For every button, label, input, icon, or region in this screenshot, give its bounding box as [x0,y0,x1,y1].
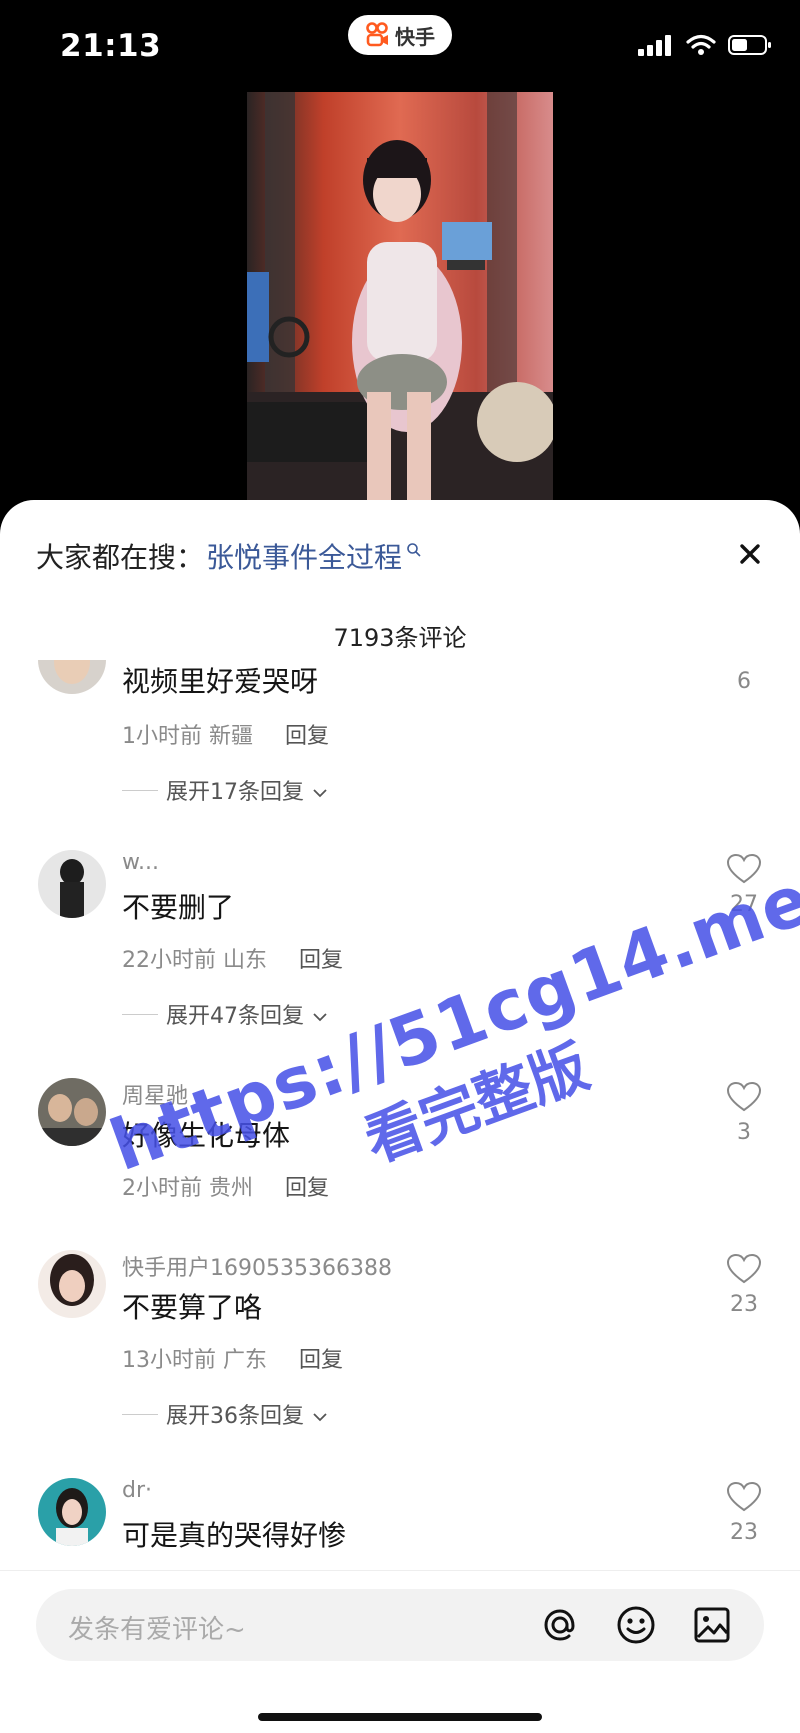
comment-username[interactable]: dr· [122,1478,152,1503]
video-frame-image [247,92,553,512]
comment-input-bar: 发条有爱评论~ [0,1570,800,1733]
comment-count: 7193条评论 [333,624,467,652]
home-indicator[interactable] [258,1713,542,1721]
status-icons [638,34,772,60]
comment-meta: 13小时前 广东 回复 [122,1342,343,1374]
heart-icon [726,1081,762,1112]
trending-search-term[interactable]: 张悦事件全过程 [206,536,402,576]
status-bar: 21:13 快手 [0,0,800,92]
avatar[interactable] [38,1478,106,1546]
expand-replies-button[interactable]: 展开47条回复 [122,998,328,1030]
status-time: 21:13 [60,28,162,64]
like-button[interactable]: 23 [724,1253,764,1317]
comment-time: 13小时前 [122,1348,216,1373]
battery-icon [728,34,772,60]
emoji-icon[interactable] [614,1603,658,1651]
comment-text: 可是真的哭得好惨 [122,1519,347,1552]
reply-button[interactable]: 回复 [285,718,329,750]
image-icon[interactable] [690,1603,734,1651]
comment-text: 不要删了 [122,891,235,924]
comment-username[interactable]: w... [122,850,159,875]
wifi-icon [686,34,716,60]
chevron-down-icon [312,1006,328,1022]
like-count: 6 [737,669,751,694]
comment-location: 山东 [223,948,268,973]
heart-icon [726,1253,762,1284]
search-icon [406,542,422,558]
like-button[interactable]: 3 [724,1081,764,1145]
like-button[interactable]: 23 [724,1481,764,1545]
video-player[interactable] [247,92,553,512]
comment-text: 视频里好爱哭呀 [122,665,319,698]
comment-time: 22小时前 [122,948,216,973]
expand-replies-label: 展开47条回复 [166,1004,304,1029]
kuaishou-logo-icon [365,22,391,48]
comment-username[interactable]: 快手用户1690535366388 [122,1250,392,1282]
divider-line [122,1013,158,1015]
input-actions [538,1603,734,1651]
divider-line [122,1413,158,1415]
avatar[interactable] [38,1078,106,1146]
signal-icon [638,34,674,60]
avatar[interactable] [38,660,106,694]
like-count: 23 [730,1292,758,1317]
divider-line [122,789,158,791]
app-switch-pill[interactable]: 快手 [348,15,452,55]
reply-button[interactable]: 回复 [299,1342,343,1374]
close-icon[interactable] [736,540,764,568]
app-name: 快手 [395,24,435,49]
heart-icon [736,660,752,661]
avatar[interactable] [38,850,106,918]
avatar[interactable] [38,1250,106,1318]
comment-text: 不要算了咯 [122,1291,263,1324]
heart-icon [726,1481,762,1512]
comment-input-placeholder: 发条有爱评论~ [68,1615,246,1645]
comment-time: 1小时前 [122,724,202,749]
mention-icon[interactable] [538,1603,582,1651]
expand-replies-label: 展开36条回复 [166,1404,304,1429]
chevron-down-icon [312,1406,328,1422]
comment-meta: 1小时前 新疆 回复 [122,718,329,750]
trending-search-prefix: 大家都在搜： [36,541,205,574]
comment-location: 广东 [223,1348,268,1373]
chevron-down-icon [312,782,328,798]
comment-input[interactable]: 发条有爱评论~ [36,1589,764,1661]
comment-location: 新疆 [209,724,254,749]
trending-search[interactable]: 大家都在搜： 张悦事件全过程 [36,536,764,576]
expand-replies-button[interactable]: 展开36条回复 [122,1398,328,1430]
like-count: 23 [730,1520,758,1545]
like-button[interactable]: 6 [724,660,764,694]
expand-replies-label: 展开17条回复 [166,780,304,805]
like-count: 3 [737,1120,751,1145]
comment-meta: 22小时前 山东 回复 [122,942,343,974]
reply-button[interactable]: 回复 [299,942,343,974]
expand-replies-button[interactable]: 展开17条回复 [122,774,328,806]
